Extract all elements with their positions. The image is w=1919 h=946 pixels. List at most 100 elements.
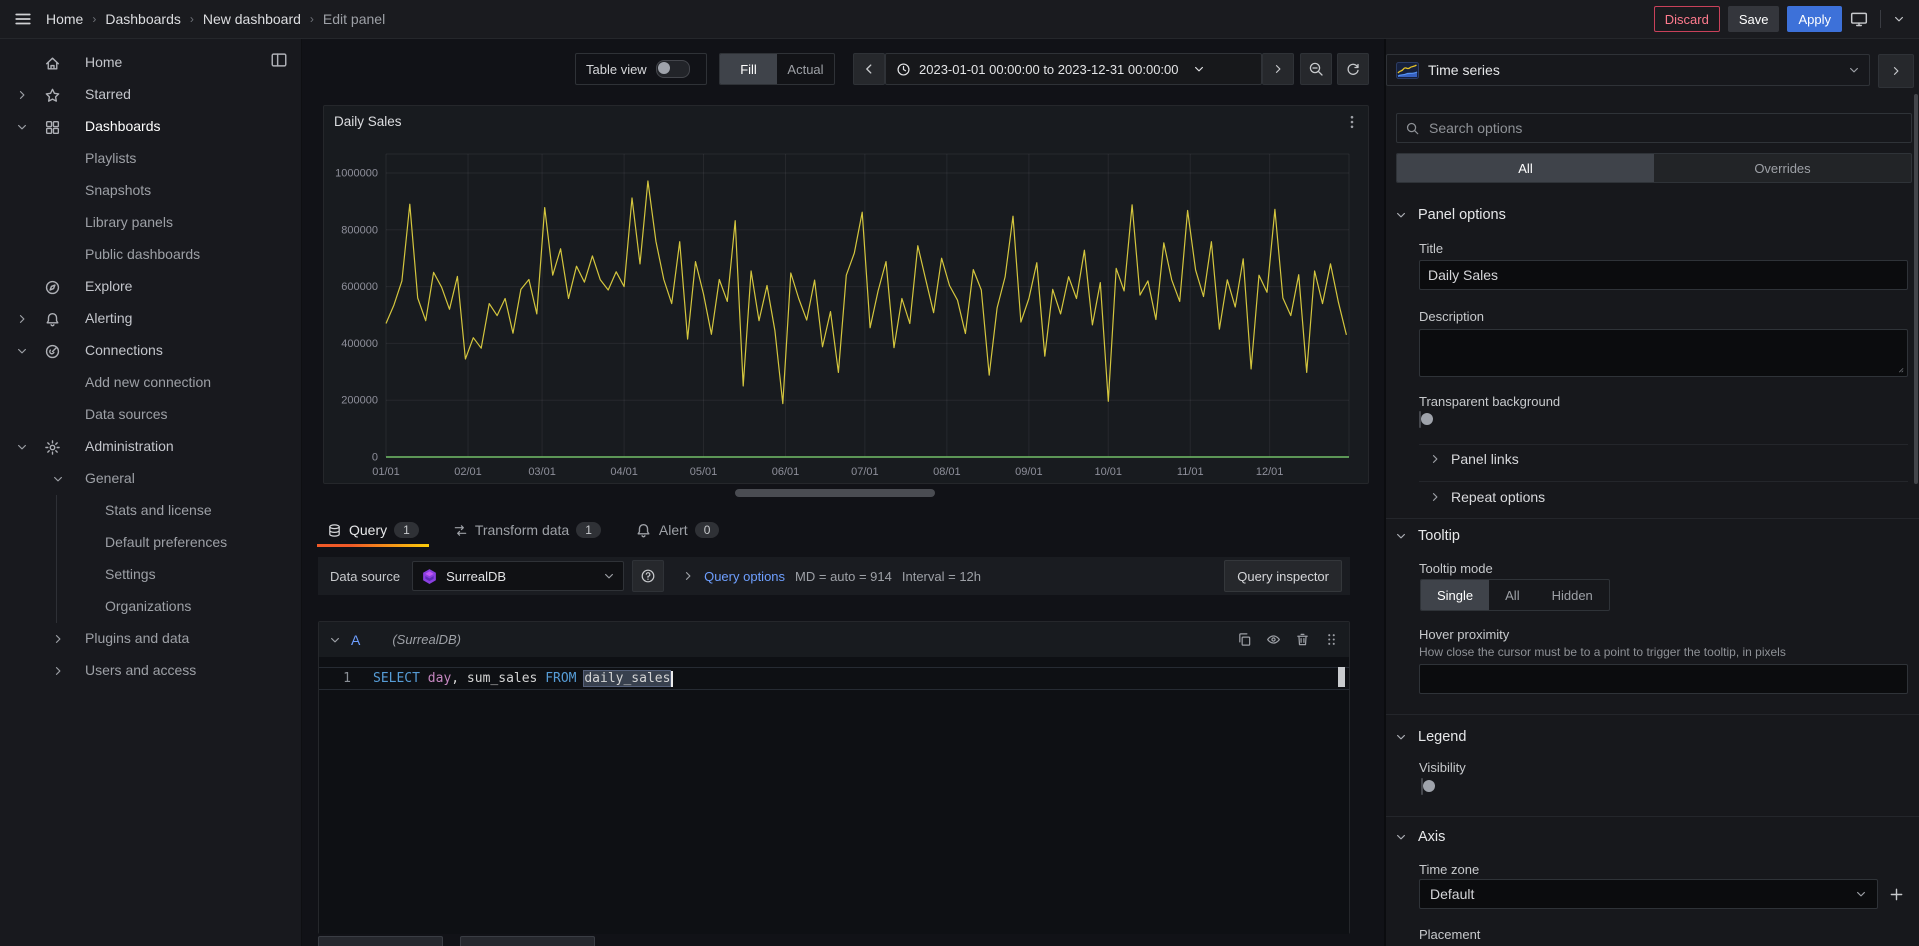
sidebar-item-library-panels[interactable]: Library panels [0, 207, 301, 239]
add-expression-button-partial[interactable] [460, 936, 595, 946]
sidebar-item-starred[interactable]: Starred [0, 79, 301, 111]
query-inspector-button[interactable]: Query inspector [1224, 560, 1342, 592]
time-series-chart[interactable]: 0200000400000600000800000100000001/0102/… [324, 106, 1368, 483]
add-time-zone-button[interactable] [1882, 879, 1910, 909]
refresh-button[interactable] [1337, 53, 1369, 85]
axis-section-header[interactable]: Axis [1395, 829, 1445, 845]
sql-code-editor[interactable]: 1 SELECT day, sum_sales FROM daily_sales [319, 657, 1349, 934]
fill-option[interactable]: Fill [720, 54, 777, 84]
apply-button[interactable]: Apply [1787, 6, 1842, 32]
breadcrumb-home[interactable]: Home [46, 11, 83, 27]
sidebar-item-data-sources[interactable]: Data sources [0, 399, 301, 431]
tooltip-heading: Tooltip [1418, 528, 1460, 544]
legend-section-header[interactable]: Legend [1395, 729, 1466, 745]
tooltip-mode-all[interactable]: All [1489, 580, 1535, 610]
query-ref-id[interactable]: A [351, 632, 360, 648]
table-view-toggle[interactable] [656, 60, 690, 78]
chevron-down-icon[interactable] [16, 121, 28, 133]
sidebar-item-home[interactable]: Home [0, 47, 301, 79]
chevron-down-icon[interactable] [52, 473, 64, 485]
tab-alert[interactable]: Alert 0 [625, 513, 729, 547]
sidebar-item-add-new-connection[interactable]: Add new connection [0, 367, 301, 399]
drag-handle-icon[interactable] [1324, 632, 1339, 647]
collapse-pane-button[interactable] [1878, 54, 1914, 88]
horizontal-scrollbar[interactable] [735, 489, 935, 497]
sidebar-item-default-preferences[interactable]: Default preferences [0, 527, 301, 559]
add-query-button-partial[interactable] [318, 936, 443, 946]
sidebar-item-general[interactable]: General [0, 463, 301, 495]
sidebar-item-playlists[interactable]: Playlists [0, 143, 301, 175]
time-zone-select[interactable]: Default [1419, 879, 1878, 909]
repeat-options-toggle[interactable]: Repeat options [1429, 489, 1545, 505]
data-source-help-button[interactable] [632, 560, 664, 592]
tooltip-mode-single[interactable]: Single [1421, 580, 1489, 610]
transparent-background-toggle[interactable] [1419, 411, 1421, 428]
editor-scrollbar-marker[interactable] [1338, 667, 1345, 687]
sidebar-item-dashboards[interactable]: Dashboards [0, 111, 301, 143]
sidebar-item-label: Explore [85, 278, 132, 294]
panel-options-section-header[interactable]: Panel options [1395, 207, 1506, 223]
chevron-right-icon[interactable] [16, 89, 28, 101]
time-shift-forward-button[interactable] [1262, 53, 1294, 85]
description-label: Description [1419, 309, 1484, 324]
sidebar-item-users-and-access[interactable]: Users and access [0, 655, 301, 687]
query-row-datasource: (SurrealDB) [392, 632, 461, 647]
tooltip-mode-hidden[interactable]: Hidden [1536, 580, 1609, 610]
hover-proximity-input[interactable] [1419, 664, 1908, 694]
legend-visibility-toggle[interactable] [1421, 778, 1423, 795]
breadcrumb-new-dashboard[interactable]: New dashboard [203, 11, 301, 27]
sidebar-item-alerting[interactable]: Alerting [0, 303, 301, 335]
tab-transform-data[interactable]: Transform data 1 [443, 513, 611, 547]
data-source-picker[interactable]: SurrealDB [412, 561, 624, 591]
chevron-right-icon[interactable] [52, 665, 64, 677]
resize-grip-icon[interactable] [1894, 363, 1905, 374]
query-tab-bar: Query 1 Transform data 1 Alert 0 [317, 513, 729, 547]
sidebar-collapse-icon[interactable] [270, 51, 288, 69]
tooltip-mode-group: Single All Hidden [1420, 579, 1610, 611]
hide-response-icon[interactable] [1266, 632, 1281, 647]
sidebar-item-organizations[interactable]: Organizations [0, 591, 301, 623]
sidebar-item-administration[interactable]: Administration [0, 431, 301, 463]
home-icon [44, 55, 61, 72]
discard-button[interactable]: Discard [1654, 6, 1720, 32]
save-button[interactable]: Save [1728, 6, 1780, 32]
chevron-right-icon[interactable] [52, 633, 64, 645]
actual-option[interactable]: Actual [777, 54, 834, 84]
duplicate-query-icon[interactable] [1237, 632, 1252, 647]
filter-tab-all[interactable]: All [1397, 154, 1654, 182]
options-scrollbar[interactable] [1914, 94, 1918, 484]
panel-links-toggle[interactable]: Panel links [1429, 451, 1519, 467]
chevron-down-icon[interactable] [329, 634, 341, 646]
tab-query[interactable]: Query 1 [317, 513, 429, 547]
sidebar-item-plugins-and-data[interactable]: Plugins and data [0, 623, 301, 655]
sidebar-item-stats-and-license[interactable]: Stats and license [0, 495, 301, 527]
svg-text:11/01: 11/01 [1177, 466, 1204, 478]
time-shift-back-button[interactable] [853, 53, 885, 85]
chevron-down-icon[interactable] [16, 345, 28, 357]
time-range-picker[interactable]: 2023-01-01 00:00:00 to 2023-12-31 00:00:… [885, 53, 1262, 85]
sidebar-item-explore[interactable]: Explore [0, 271, 301, 303]
sidebar-item-public-dashboards[interactable]: Public dashboards [0, 239, 301, 271]
zoom-out-button[interactable] [1300, 53, 1332, 85]
tooltip-section-header[interactable]: Tooltip [1395, 528, 1460, 544]
breadcrumb-dashboards[interactable]: Dashboards [105, 11, 181, 27]
panel-title-input[interactable] [1419, 260, 1908, 290]
visualization-picker[interactable]: Time series [1386, 54, 1870, 86]
search-options-input[interactable] [1427, 119, 1903, 137]
sidebar-item-snapshots[interactable]: Snapshots [0, 175, 301, 207]
panel-description-textarea[interactable] [1419, 329, 1908, 377]
chevron-down-icon[interactable] [16, 441, 28, 453]
monitor-icon[interactable] [1850, 10, 1868, 28]
sidebar-item-connections[interactable]: Connections [0, 335, 301, 367]
hover-proximity-description: How close the cursor must be to a point … [1419, 645, 1786, 659]
sidebar-item-settings[interactable]: Settings [0, 559, 301, 591]
chevron-right-icon[interactable] [16, 313, 28, 325]
chevron-down-icon[interactable] [1893, 13, 1905, 25]
remove-query-icon[interactable] [1295, 632, 1310, 647]
svg-text:600000: 600000 [341, 281, 378, 293]
search-icon [1405, 121, 1420, 136]
filter-tab-overrides[interactable]: Overrides [1654, 154, 1911, 182]
query-options-toggle[interactable]: Query options MD = auto = 914 Interval =… [682, 569, 981, 584]
sidebar-item-label: Public dashboards [85, 246, 200, 262]
hamburger-menu-icon[interactable] [14, 10, 32, 28]
